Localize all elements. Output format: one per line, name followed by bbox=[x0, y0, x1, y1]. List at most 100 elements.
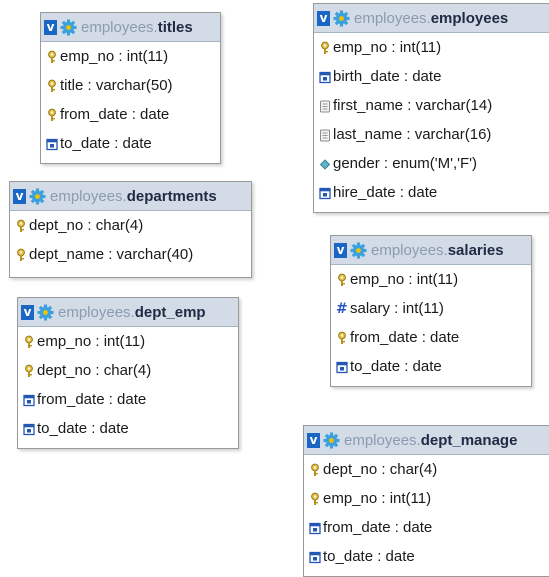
primary-key-icon bbox=[46, 108, 58, 122]
column-label: last_name : varchar(16) bbox=[333, 126, 492, 143]
primary-key-icon bbox=[46, 50, 58, 64]
collapse-toggle-icon[interactable]: v bbox=[13, 188, 26, 204]
enum-icon bbox=[319, 157, 331, 171]
table-employees[interactable]: v employees. employees emp_no : int(11) birt… bbox=[313, 3, 549, 213]
database-name: employees bbox=[50, 187, 123, 205]
column-label: title : varchar(50) bbox=[60, 77, 173, 94]
column-row[interactable]: to_date : date bbox=[41, 129, 220, 158]
column-row[interactable]: hire_date : date bbox=[314, 178, 549, 207]
gear-icon[interactable] bbox=[37, 304, 54, 321]
date-icon bbox=[46, 137, 58, 151]
text-icon bbox=[319, 128, 331, 142]
collapse-toggle-icon[interactable]: v bbox=[317, 10, 330, 26]
database-name: employees bbox=[354, 9, 427, 27]
column-label: to_date : date bbox=[60, 135, 152, 152]
table-name: dept_manage bbox=[420, 431, 518, 449]
column-label: first_name : varchar(14) bbox=[333, 97, 493, 114]
table-header[interactable]: v employees. titles bbox=[41, 13, 220, 42]
column-row[interactable]: from_date : date bbox=[331, 323, 531, 352]
collapse-toggle-icon[interactable]: v bbox=[21, 304, 34, 320]
number-icon: # bbox=[336, 300, 348, 317]
table-header[interactable]: v employees. salaries bbox=[331, 236, 531, 265]
table-name: salaries bbox=[447, 241, 504, 259]
table-salaries[interactable]: v employees. salaries emp_no : int(11) # sala… bbox=[330, 235, 532, 387]
column-row[interactable]: from_date : date bbox=[304, 513, 549, 542]
gear-icon[interactable] bbox=[60, 19, 77, 36]
date-icon bbox=[23, 422, 35, 436]
column-row[interactable]: first_name : varchar(14) bbox=[314, 91, 549, 120]
column-row[interactable]: to_date : date bbox=[304, 542, 549, 571]
primary-key-icon bbox=[309, 492, 321, 506]
column-label: emp_no : int(11) bbox=[323, 490, 432, 507]
column-label: emp_no : int(11) bbox=[37, 333, 146, 350]
column-label: from_date : date bbox=[350, 329, 460, 346]
column-row[interactable]: dept_name : varchar(40) bbox=[10, 240, 251, 269]
column-row[interactable]: gender : enum('M','F') bbox=[314, 149, 549, 178]
column-row[interactable]: emp_no : int(11) bbox=[41, 42, 220, 71]
column-label: from_date : date bbox=[323, 519, 433, 536]
column-row[interactable]: title : varchar(50) bbox=[41, 71, 220, 100]
column-label: dept_no : char(4) bbox=[323, 461, 438, 478]
column-row[interactable]: to_date : date bbox=[331, 352, 531, 381]
column-row[interactable]: emp_no : int(11) bbox=[18, 327, 238, 356]
gear-icon[interactable] bbox=[333, 10, 350, 27]
column-label: to_date : date bbox=[350, 358, 442, 375]
text-icon bbox=[319, 99, 331, 113]
date-icon bbox=[309, 550, 321, 564]
column-label: dept_name : varchar(40) bbox=[29, 246, 194, 263]
column-row[interactable]: last_name : varchar(16) bbox=[314, 120, 549, 149]
database-name: employees bbox=[81, 18, 154, 36]
date-icon bbox=[319, 186, 331, 200]
column-row[interactable]: emp_no : int(11) bbox=[304, 484, 549, 513]
collapse-toggle-icon[interactable]: v bbox=[44, 19, 57, 35]
table-name: employees bbox=[430, 9, 509, 27]
database-name: employees bbox=[344, 431, 417, 449]
gear-icon[interactable] bbox=[29, 188, 46, 205]
table-name: titles bbox=[157, 18, 193, 36]
column-label: dept_no : char(4) bbox=[37, 362, 152, 379]
column-row[interactable]: dept_no : char(4) bbox=[10, 211, 251, 240]
column-label: salary : int(11) bbox=[350, 300, 444, 317]
column-label: emp_no : int(11) bbox=[350, 271, 459, 288]
primary-key-icon bbox=[46, 79, 58, 93]
column-label: from_date : date bbox=[37, 391, 147, 408]
column-label: to_date : date bbox=[323, 548, 415, 565]
table-dept-emp[interactable]: v employees. dept_emp emp_no : int(11) dept_… bbox=[17, 297, 239, 449]
column-label: emp_no : int(11) bbox=[60, 48, 169, 65]
gear-icon[interactable] bbox=[350, 242, 367, 259]
collapse-toggle-icon[interactable]: v bbox=[307, 432, 320, 448]
table-titles[interactable]: v employees. titles emp_no : int(11) title :… bbox=[40, 12, 221, 164]
date-icon bbox=[23, 393, 35, 407]
date-icon bbox=[336, 360, 348, 374]
column-row[interactable]: dept_no : char(4) bbox=[18, 356, 238, 385]
date-icon bbox=[309, 521, 321, 535]
table-header[interactable]: v employees. dept_emp bbox=[18, 298, 238, 327]
primary-key-icon bbox=[15, 219, 27, 233]
column-row[interactable]: birth_date : date bbox=[314, 62, 549, 91]
table-name: dept_emp bbox=[134, 303, 206, 321]
database-name: employees bbox=[371, 241, 444, 259]
column-label: hire_date : date bbox=[333, 184, 438, 201]
column-row[interactable]: # salary : int(11) bbox=[331, 294, 531, 323]
column-row[interactable]: emp_no : int(11) bbox=[314, 33, 549, 62]
table-header[interactable]: v employees. departments bbox=[10, 182, 251, 211]
column-row[interactable]: from_date : date bbox=[18, 385, 238, 414]
column-row[interactable]: emp_no : int(11) bbox=[331, 265, 531, 294]
column-row[interactable]: dept_no : char(4) bbox=[304, 455, 549, 484]
table-header[interactable]: v employees. dept_manage bbox=[304, 426, 549, 455]
primary-key-icon bbox=[23, 364, 35, 378]
column-row[interactable]: from_date : date bbox=[41, 100, 220, 129]
column-label: to_date : date bbox=[37, 420, 129, 437]
collapse-toggle-icon[interactable]: v bbox=[334, 242, 347, 258]
column-label: emp_no : int(11) bbox=[333, 39, 442, 56]
table-header[interactable]: v employees. employees bbox=[314, 4, 549, 33]
table-dept-manager[interactable]: v employees. dept_manage dept_no : char(4) e… bbox=[303, 425, 549, 577]
column-label: birth_date : date bbox=[333, 68, 442, 85]
table-departments[interactable]: v employees. departments dept_no : char(4) d… bbox=[9, 181, 252, 278]
primary-key-icon bbox=[336, 331, 348, 345]
primary-key-icon bbox=[15, 248, 27, 262]
column-label: gender : enum('M','F') bbox=[333, 155, 478, 172]
column-row[interactable]: to_date : date bbox=[18, 414, 238, 443]
gear-icon[interactable] bbox=[323, 432, 340, 449]
date-icon bbox=[319, 70, 331, 84]
